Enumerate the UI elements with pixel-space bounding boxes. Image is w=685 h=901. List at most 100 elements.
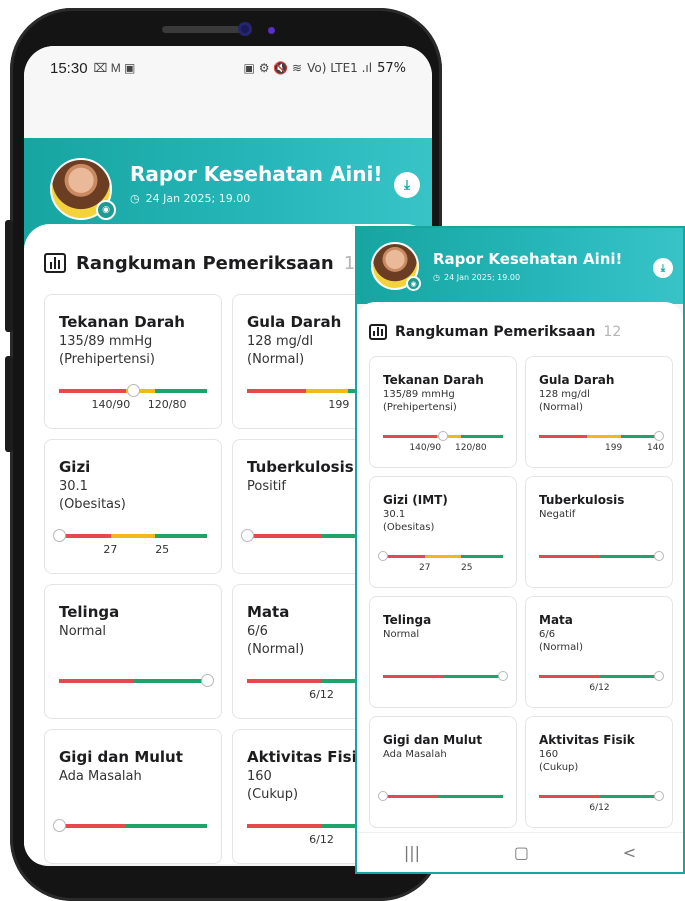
range-bar (383, 675, 503, 678)
range-threshold-label: 6/12 (309, 833, 334, 846)
range-segment (155, 389, 207, 393)
signal-icon: Vo) LTE1 .ıl (307, 61, 373, 75)
range-indicator (378, 791, 388, 801)
range-segment (383, 675, 443, 678)
range-segment (247, 534, 321, 538)
range-segment (599, 675, 659, 678)
card-title: Tekanan Darah (383, 373, 484, 387)
result-card[interactable]: Telinga Normal (369, 596, 517, 708)
range-bar (539, 435, 659, 438)
range-indicator (240, 529, 254, 542)
card-status: (Obesitas) (59, 497, 126, 512)
card-title: Gula Darah (539, 373, 615, 387)
card-value: 6/6 (539, 629, 556, 640)
range-indicator (52, 819, 66, 832)
card-title: Aktivitas Fisik (539, 733, 635, 747)
range-segment (437, 795, 503, 798)
range-indicator (378, 551, 388, 561)
clock-icon: ◷ (433, 273, 440, 282)
bar-chart-icon (369, 324, 387, 340)
range-indicator (200, 674, 214, 687)
result-card[interactable]: Mata 6/6 (Normal) 6/12 (525, 596, 673, 708)
status-time: 15:30 (50, 59, 88, 77)
range-segment (59, 389, 126, 393)
range-segment (383, 435, 437, 438)
card-title: Telinga (383, 613, 432, 627)
result-card[interactable]: Gigi dan Mulut Ada Masalah (369, 716, 517, 828)
range-segment (133, 679, 207, 683)
result-card[interactable]: Tuberkulosis Negatif (525, 476, 673, 588)
result-card[interactable]: Aktivitas Fisik 160 (Cukup) 6/12 (525, 716, 673, 828)
notification-icons: ⌧ M ▣ (93, 61, 136, 75)
card-title: Gizi (IMT) (383, 493, 448, 507)
range-threshold-label: 27 (103, 543, 118, 556)
range-segment (155, 534, 207, 538)
avatar[interactable]: ◉ (371, 242, 421, 291)
clock-icon: ◷ (130, 192, 140, 205)
card-value: Negatif (539, 509, 576, 520)
range-bar (59, 679, 207, 683)
section-count: 12 (603, 324, 622, 340)
avatar[interactable]: ◉ (50, 158, 116, 220)
range-segment (539, 555, 599, 558)
card-status: (Prehipertensi) (383, 402, 457, 413)
summary-panel: Rangkuman Pemeriksaan 12 Tekanan Darah 13… (357, 302, 683, 836)
range-bar (383, 555, 503, 558)
card-value: Ada Masalah (383, 749, 447, 760)
range-segment (383, 555, 425, 558)
card-value: 135/89 mmHg (383, 389, 455, 400)
range-threshold-label: 6/12 (589, 803, 610, 813)
result-card[interactable]: Gigi dan Mulut Ada Masalah (44, 729, 222, 864)
app-top-area (24, 90, 432, 138)
result-card[interactable]: Telinga Normal (44, 584, 222, 719)
range-segment (59, 534, 111, 538)
card-status: (Cukup) (539, 762, 579, 773)
range-threshold-label: 120/80 (455, 443, 487, 453)
range-indicator (52, 529, 66, 542)
back-button[interactable]: < (623, 843, 636, 862)
report-header: ◉ Rapor Kesehatan Aini! ◷ 24 Jan 2025; 1… (357, 228, 683, 304)
overlay-screen: ◉ Rapor Kesehatan Aini! ◷ 24 Jan 2025; 1… (355, 226, 685, 874)
range-threshold-label: 140/90 (91, 398, 131, 411)
range-indicator (654, 551, 664, 561)
card-status: (Normal) (539, 402, 583, 413)
home-button[interactable]: ▢ (514, 843, 529, 862)
report-title: Rapor Kesehatan Aini! (130, 162, 383, 186)
system-icons: ▣ ⚙ 🔇 ≋ (243, 61, 303, 75)
bar-chart-icon (44, 253, 66, 273)
result-card[interactable]: Gula Darah 128 mg/dl (Normal) 199 140 (525, 356, 673, 468)
range-segment (306, 389, 348, 393)
report-date: ◷ 24 Jan 2025; 19.00 (130, 192, 250, 205)
result-card[interactable]: Tekanan Darah 135/89 mmHg (Prehipertensi) 1… (369, 356, 517, 468)
status-bar: 15:30 ⌧ M ▣ ▣ ⚙ 🔇 ≋ Vo) LTE1 .ıl 57% (24, 46, 432, 90)
range-segment (599, 555, 659, 558)
range-segment (425, 555, 461, 558)
result-card[interactable]: Gizi 30.1 (Obesitas) 27 25 (44, 439, 222, 574)
range-segment (383, 795, 437, 798)
recent-apps-button[interactable]: ||| (404, 843, 420, 862)
range-segment (539, 435, 587, 438)
range-segment (247, 679, 321, 683)
card-title: Mata (539, 613, 573, 627)
card-value: Normal (383, 629, 420, 640)
download-icon[interactable]: ⤓ (394, 172, 420, 198)
range-segment (247, 824, 321, 828)
card-title: Telinga (59, 603, 120, 621)
download-icon[interactable]: ⤓ (653, 258, 673, 278)
card-title: Gizi (59, 458, 91, 476)
report-title: Rapor Kesehatan Aini! (433, 250, 623, 268)
range-bar (539, 795, 659, 798)
result-card[interactable]: Tekanan Darah 135/89 mmHg (Prehipertensi) 1… (44, 294, 222, 429)
range-threshold-label: 27 (419, 563, 431, 573)
card-value: Normal (59, 624, 107, 639)
result-card[interactable]: Gizi (IMT) 30.1 (Obesitas) 27 25 (369, 476, 517, 588)
sensor-dot (268, 27, 275, 34)
range-indicator (126, 384, 140, 397)
card-status: (Normal) (539, 642, 583, 653)
speaker-grille (162, 26, 242, 33)
card-title: Gigi dan Mulut (59, 748, 183, 766)
eye-icon[interactable]: ◉ (96, 200, 116, 220)
eye-icon[interactable]: ◉ (406, 276, 421, 291)
range-bar (59, 534, 207, 538)
card-title: Gigi dan Mulut (383, 733, 483, 747)
